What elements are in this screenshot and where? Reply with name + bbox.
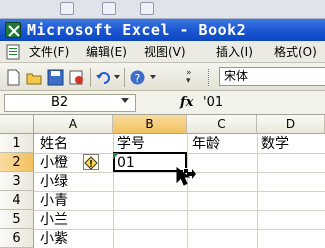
minimize-icon[interactable]	[60, 2, 74, 15]
undo-icon[interactable]	[95, 69, 112, 86]
name-box-dropdown-icon[interactable]	[121, 98, 129, 103]
cell-b1[interactable]: 学号	[117, 135, 145, 153]
column-header-c[interactable]: C	[187, 115, 257, 134]
menu-file[interactable]: 文件(F)	[29, 44, 69, 60]
formula-bar: B2 fx '01	[0, 91, 325, 115]
title-bar: Microsoft Excel - Book2	[0, 19, 325, 41]
excel-logo-icon[interactable]	[5, 22, 21, 38]
open-icon[interactable]	[26, 69, 43, 86]
gridline	[34, 191, 325, 192]
help-icon[interactable]: ?	[129, 69, 146, 86]
cell-a3[interactable]: 小绿	[40, 173, 68, 191]
column-header-b[interactable]: B	[113, 115, 187, 134]
svg-text:?: ?	[135, 72, 141, 85]
cell-a6[interactable]: 小紫	[40, 230, 68, 248]
menu-edit[interactable]: 编辑(E)	[86, 44, 127, 60]
move-cursor-icon	[173, 165, 197, 191]
cell-a1[interactable]: 姓名	[40, 135, 68, 153]
new-icon[interactable]	[5, 69, 22, 86]
row-header-6[interactable]: 6	[0, 229, 34, 248]
select-all-corner[interactable]	[0, 115, 34, 134]
menu-view[interactable]: 视图(V)	[144, 44, 186, 60]
cell-a2[interactable]: 小橙	[40, 154, 68, 172]
menu-insert[interactable]: 插入(I)	[216, 44, 253, 60]
cell-c1[interactable]: 年龄	[192, 135, 220, 153]
row-header-3[interactable]: 3	[0, 172, 34, 191]
cell-d1[interactable]: 数学	[261, 135, 289, 153]
undo-dropdown-icon[interactable]	[114, 75, 120, 79]
gridline	[34, 229, 325, 230]
row-header-4[interactable]: 4	[0, 191, 34, 210]
row-header-1[interactable]: 1	[0, 134, 34, 153]
row-header-2[interactable]: 2	[0, 153, 34, 172]
menu-bar: 文件(F) 编辑(E) 视图(V) 插入(I) 格式(O)	[0, 41, 325, 63]
save-icon[interactable]	[47, 69, 64, 86]
gridline	[34, 210, 325, 211]
column-header-a[interactable]: A	[34, 115, 113, 134]
toolbar-separator	[90, 68, 91, 87]
smart-tag-icon[interactable]	[83, 154, 99, 170]
document-icon[interactable]	[6, 44, 23, 60]
name-box[interactable]: B2	[4, 94, 136, 112]
permission-icon[interactable]	[68, 69, 85, 86]
standard-toolbar: ? » ▾ 宋体	[0, 63, 325, 91]
toolbar-overflow-icon[interactable]: » ▾	[186, 69, 192, 86]
toolbar-grip[interactable]	[208, 69, 211, 86]
maximize-icon[interactable]	[102, 2, 116, 15]
formula-input[interactable]: '01	[203, 95, 223, 111]
background-window-strip	[0, 0, 325, 19]
dropdown-icon[interactable]	[140, 2, 154, 15]
cell-a5[interactable]: 小兰	[40, 211, 68, 229]
insert-function-icon[interactable]: fx	[180, 95, 193, 110]
menu-format[interactable]: 格式(O)	[274, 44, 317, 60]
window-title: Microsoft Excel - Book2	[27, 21, 247, 39]
row-header-5[interactable]: 5	[0, 210, 34, 229]
help-dropdown-icon[interactable]	[150, 75, 156, 79]
toolbar-separator	[124, 68, 125, 87]
error-indicator-icon	[113, 153, 119, 159]
cell-a4[interactable]: 小青	[40, 192, 68, 210]
column-header-d[interactable]: D	[257, 115, 325, 134]
font-name-box[interactable]: 宋体	[219, 67, 325, 86]
